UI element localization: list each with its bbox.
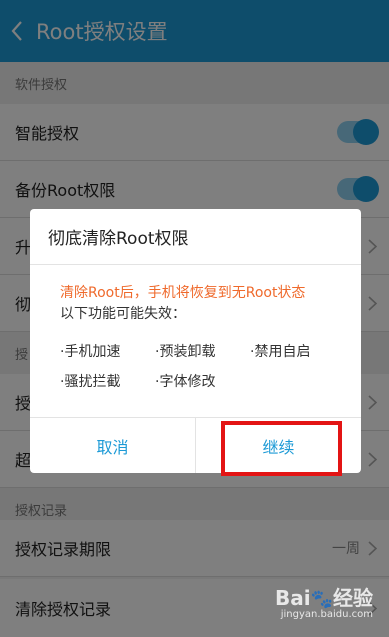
watermark-bai: Bai	[274, 586, 311, 610]
feature-item: ·禁用自启	[250, 344, 311, 360]
feature-list: ·手机加速 ·预装卸载 ·禁用自启 ·骚扰拦截 ·字体修改	[60, 341, 361, 391]
feature-item: ·预装卸载	[155, 344, 216, 360]
cancel-button[interactable]: 取消	[30, 418, 195, 473]
dialog-title: 彻底清除Root权限	[30, 209, 361, 265]
feature-item: ·骚扰拦截	[60, 374, 121, 390]
watermark-logo: Bai🐾经验	[275, 582, 373, 611]
feature-item: ·手机加速	[60, 344, 121, 360]
dialog-body: 清除Root后，手机将恢复到无Root状态 以下功能可能失效： ·手机加速 ·预…	[30, 265, 361, 416]
watermark-jingyan: 经验	[333, 586, 373, 610]
paw-icon: 🐾	[310, 589, 333, 610]
watermark-url: jingyan.baidu.com	[280, 609, 373, 620]
highlight-annotation	[221, 421, 342, 476]
baidu-jingyan-watermark: Bai🐾经验 jingyan.baidu.com	[275, 582, 373, 620]
lost-features-intro: 以下功能可能失效：	[60, 306, 186, 322]
warning-text: 清除Root后，手机将恢复到无Root状态	[60, 285, 306, 301]
feature-item: ·字体修改	[155, 374, 216, 390]
